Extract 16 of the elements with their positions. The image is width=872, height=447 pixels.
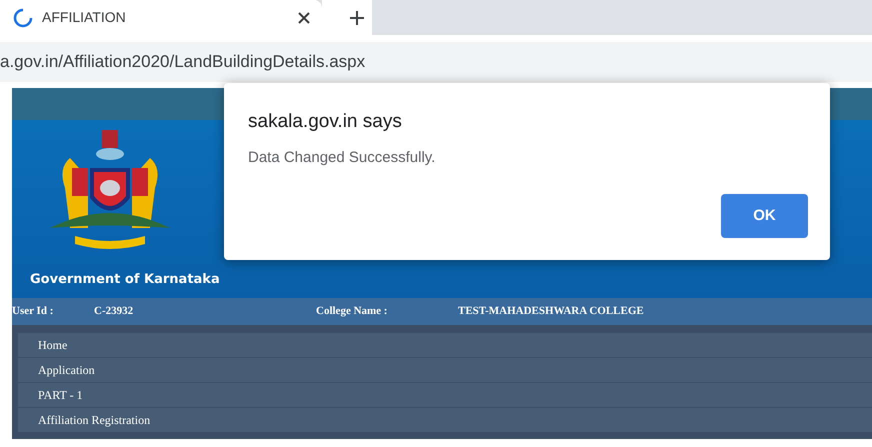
government-caption: Government of Karnataka xyxy=(30,271,220,289)
menu-item[interactable]: PART - 1 xyxy=(18,383,872,407)
address-bar[interactable]: a.gov.in/Affiliation2020/LandBuildingDetails.aspx xyxy=(0,42,872,82)
url-text: a.gov.in/Affiliation2020/LandBuildingDetails.aspx xyxy=(0,50,366,73)
field-value: C-23932 xyxy=(94,304,134,320)
menu-item[interactable]: Application xyxy=(18,358,872,382)
menu-item[interactable]: Home xyxy=(18,333,872,357)
dialog-title: sakala.gov.in says xyxy=(248,110,403,134)
field-label: User Id : xyxy=(12,304,54,320)
new-tab-icon[interactable] xyxy=(349,10,365,26)
field-value: TEST-MAHADESHWARA COLLEGE xyxy=(458,304,645,320)
menu-item[interactable]: Affiliation Registration xyxy=(18,408,872,432)
close-tab-icon[interactable] xyxy=(298,12,310,24)
field-label: College Name : xyxy=(316,304,388,320)
ok-button[interactable]: OK xyxy=(721,194,808,238)
dialog-message: Data Changed Successfully. xyxy=(248,148,436,168)
